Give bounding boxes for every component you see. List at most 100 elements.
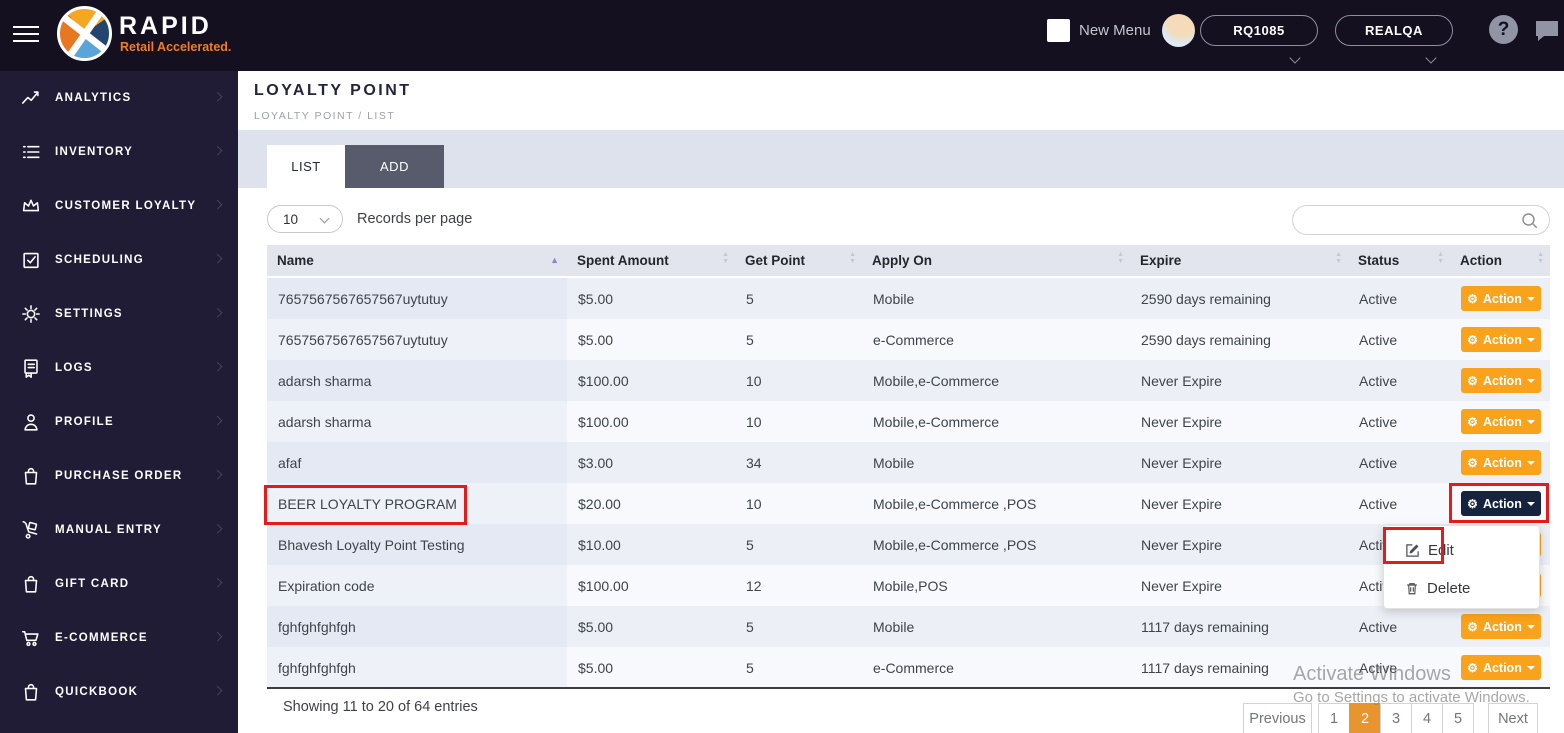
sidebar-item-manual-entry[interactable]: MANUAL ENTRY <box>0 503 238 557</box>
sidebar-item-label: SCHEDULING <box>55 254 145 266</box>
table-row: fghfghfghfgh $5.00 5 e-Commerce 1117 day… <box>267 647 1550 688</box>
table-row: Expiration code $100.00 12 Mobile,POS Ne… <box>267 565 1550 606</box>
chevron-right-icon <box>214 579 222 587</box>
column-header-action[interactable]: Action ▲ ▼ <box>1450 245 1550 276</box>
search-box <box>1292 205 1550 235</box>
tab-list[interactable]: LIST <box>267 145 345 188</box>
cell-apply-on: Mobile,e-Commerce ,POS <box>873 536 1037 553</box>
pagination-page-1[interactable]: 1 <box>1318 703 1350 733</box>
sidebar-item-profile[interactable]: PROFILE <box>0 395 238 449</box>
column-header-get-point[interactable]: Get Point ▲ ▼ <box>735 245 862 276</box>
cell-apply-on: Mobile,e-Commerce <box>873 372 1000 389</box>
top-bar: RAPID Retail Accelerated. New Menu RQ108… <box>0 0 1564 71</box>
sidebar-item-settings[interactable]: SETTINGS <box>0 287 238 341</box>
store-pill[interactable]: REALQA <box>1335 15 1453 46</box>
gear-icon: ⚙ <box>1467 332 1478 347</box>
hamburger-menu-icon[interactable] <box>13 21 39 43</box>
chevron-down-icon <box>321 215 329 223</box>
sidebar-item-customer-loyalty[interactable]: CUSTOMER LOYALTY <box>0 179 238 233</box>
row-action-button[interactable]: ⚙Action <box>1461 450 1541 475</box>
cell-status: Active <box>1359 495 1398 512</box>
table-row: adarsh sharma $100.00 10 Mobile,e-Commer… <box>267 401 1550 442</box>
column-header-apply-on[interactable]: Apply On ▲ ▼ <box>862 245 1130 276</box>
column-header-status[interactable]: Status ▲ ▼ <box>1348 245 1450 276</box>
pagination-page-5[interactable]: 5 <box>1442 703 1474 733</box>
sidebar-item-label: QUICKBOOK <box>55 686 139 698</box>
register-pill[interactable]: RQ1085 <box>1200 15 1318 46</box>
row-action-button[interactable]: ⚙Action <box>1461 614 1541 639</box>
sidebar-item-inventory[interactable]: INVENTORY <box>0 125 238 179</box>
cell-get-point: 12 <box>746 577 762 594</box>
new-menu-checkbox[interactable] <box>1047 19 1070 42</box>
sidebar-item-quickbook[interactable]: QUICKBOOK <box>0 665 238 719</box>
sidebar-item-purchase-order[interactable]: PURCHASE ORDER <box>0 449 238 503</box>
caret-down-icon <box>1526 460 1535 465</box>
sidebar-item-analytics[interactable]: ANALYTICS <box>0 71 238 125</box>
tab-add[interactable]: ADD <box>345 145 444 188</box>
caret-down-icon <box>1526 296 1535 301</box>
table-bottom-border <box>267 687 1550 689</box>
pagination-previous-button[interactable]: Previous <box>1243 703 1312 733</box>
chevron-right-icon <box>214 201 222 209</box>
sidebar-item-label: MANUAL ENTRY <box>55 524 162 536</box>
sidebar-item-label: E-COMMERCE <box>55 632 148 644</box>
sort-icons: ▲ ▼ <box>849 251 856 265</box>
row-action-button[interactable]: ⚙Action <box>1461 368 1541 393</box>
row-action-button[interactable]: ⚙Action <box>1461 655 1541 680</box>
search-input[interactable] <box>1308 207 1513 233</box>
column-header-spent-amount[interactable]: Spent Amount ▲ ▼ <box>567 245 735 276</box>
cell-apply-on: e-Commerce <box>873 659 954 676</box>
cell-apply-on: Mobile <box>873 454 915 471</box>
caret-down-icon <box>1526 501 1535 506</box>
new-menu-label: New Menu <box>1079 22 1151 39</box>
sidebar-item-label: SETTINGS <box>55 308 123 320</box>
pagination-page-3[interactable]: 3 <box>1380 703 1412 733</box>
column-header-expire[interactable]: Expire ▲ ▼ <box>1130 245 1348 276</box>
cell-expire: Never Expire <box>1141 536 1222 553</box>
pagination: Previous 1 2 3 4 5 Next <box>1243 703 1538 733</box>
caret-down-icon <box>1526 419 1535 424</box>
row-action-button[interactable]: ⚙Action <box>1461 327 1541 352</box>
chevron-right-icon <box>214 471 222 479</box>
cell-spent-amount: $3.00 <box>578 454 614 471</box>
records-per-page-select[interactable]: 10 <box>267 205 343 233</box>
store-chevron-down-icon[interactable] <box>1427 54 1436 63</box>
chat-icon[interactable] <box>1534 18 1560 47</box>
pagination-page-4[interactable]: 4 <box>1411 703 1443 733</box>
row-action-button[interactable]: ⚙Action <box>1461 409 1541 434</box>
cell-get-point: 5 <box>746 618 754 635</box>
menu-item-delete[interactable]: Delete <box>1384 573 1539 603</box>
cell-apply-on: e-Commerce <box>873 331 954 348</box>
cell-spent-amount: $10.00 <box>578 536 621 553</box>
sidebar-item-logs[interactable]: LOGS <box>0 341 238 395</box>
cell-name: BEER LOYALTY PROGRAM <box>267 483 567 524</box>
table-row: 7657567567657567uytutuy $5.00 5 Mobile 2… <box>267 278 1550 319</box>
pagination-page-2-active[interactable]: 2 <box>1349 703 1381 733</box>
register-chevron-down-icon[interactable] <box>1291 54 1300 63</box>
cell-name: Expiration code <box>267 565 567 606</box>
sidebar-item-scheduling[interactable]: SCHEDULING <box>0 233 238 287</box>
user-avatar[interactable] <box>1162 14 1195 47</box>
cell-status: Active <box>1359 290 1398 307</box>
menu-item-edit[interactable]: Edit <box>1384 535 1539 565</box>
pagination-next-button[interactable]: Next <box>1488 703 1538 733</box>
person-icon <box>20 411 42 433</box>
sidebar-item-gift-card[interactable]: GIFT CARD <box>0 557 238 611</box>
cell-spent-amount: $5.00 <box>578 659 614 676</box>
bag-icon <box>20 465 42 487</box>
sidebar-item-e-commerce[interactable]: E-COMMERCE <box>0 611 238 665</box>
sort-icons: ▲ ▼ <box>1117 251 1124 265</box>
row-action-button-open[interactable]: ⚙ Action <box>1461 491 1541 516</box>
records-per-page-value: 10 <box>283 211 299 227</box>
cell-apply-on: Mobile,e-Commerce <box>873 413 1000 430</box>
sidebar: ANALYTICS INVENTORY CUSTOMER LOYALTY SCH… <box>0 71 238 733</box>
row-action-button[interactable]: ⚙Action <box>1461 286 1541 311</box>
cell-spent-amount: $5.00 <box>578 290 614 307</box>
cell-expire: Never Expire <box>1141 454 1222 471</box>
column-header-name[interactable]: Name ▲ <box>267 245 567 276</box>
help-icon[interactable]: ? <box>1489 15 1518 44</box>
breadcrumb: LOYALTY POINT / LIST <box>254 110 396 122</box>
sidebar-item-label: PROFILE <box>55 416 114 428</box>
chevron-right-icon <box>214 687 222 695</box>
chevron-right-icon <box>214 147 222 155</box>
